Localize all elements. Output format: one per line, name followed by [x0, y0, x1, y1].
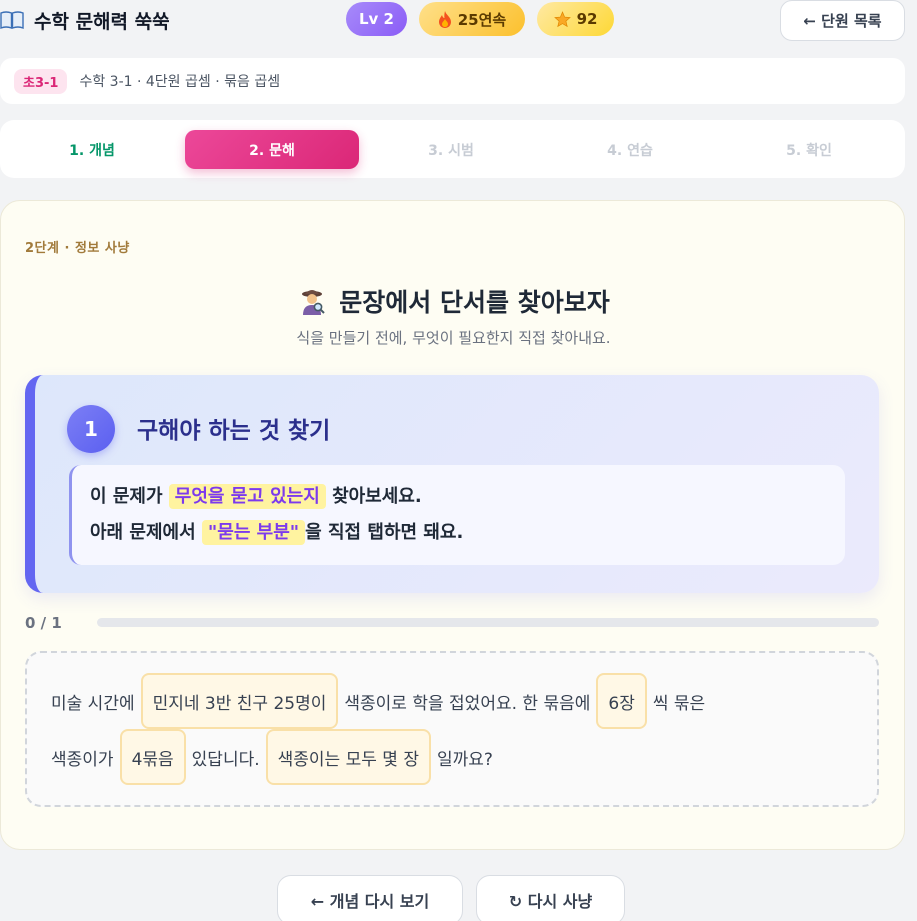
instruction-highlight-2: "묻는 부분": [201, 520, 306, 545]
problem-text-segment: 색종이가: [51, 749, 114, 770]
stars-text: 92: [576, 10, 598, 28]
clue-chip[interactable]: 색종이는 모두 몇 장: [265, 729, 431, 785]
streak-badge: 25연속: [419, 2, 525, 36]
task-number-badge: 1: [67, 405, 115, 453]
tab-step-4[interactable]: 4. 연습: [543, 130, 717, 169]
review-concept-label: ← 개념 다시 보기: [310, 892, 430, 911]
retry-hunt-button[interactable]: ↻ 다시 사냥: [476, 875, 625, 921]
instruction-line-1-post: 찾아보세요.: [325, 486, 422, 507]
review-concept-button[interactable]: ← 개념 다시 보기: [277, 875, 463, 921]
tab-step-3-label: 3. 시범: [428, 142, 474, 159]
problem-text-segment: 씩 묶은: [652, 693, 706, 714]
clue-chip[interactable]: 6장: [596, 673, 647, 729]
task-instruction: 이 문제가 무엇을 묻고 있는지 찾아보세요. 아래 문제에서 "묻는 부분" 을…: [69, 465, 845, 565]
tab-step-4-label: 4. 연습: [607, 142, 653, 159]
fire-icon: [438, 10, 451, 28]
instruction-line-1-pre: 이 문제가: [90, 486, 169, 507]
stage-label: 2단계 · 정보 사냥: [25, 241, 130, 256]
progress-bar: [97, 618, 879, 627]
problem-line-2: 색종이가 4묶음 있답니다. 색종이는 모두 몇 장 일까요?: [51, 728, 493, 786]
book-icon: [0, 11, 24, 30]
activity-card: 2단계 · 정보 사냥 문장에서 단서를 찾아보자 식을 만들기 전에, 무엇이…: [0, 200, 905, 850]
page-title: 문장에서 단서를 찾아보자: [1, 283, 906, 319]
detective-icon: [302, 290, 325, 315]
grade-badge: 초3-1: [14, 68, 68, 94]
page-title-text: 문장에서 단서를 찾아보자: [339, 288, 610, 317]
instruction-line-2: 아래 문제에서 "묻는 부분" 을 직접 탭하면 돼요.: [90, 515, 845, 551]
back-to-units-button[interactable]: ← 단원 목록: [780, 0, 905, 41]
header: 수학 문해력 쑥쑥 Lv 2 25연속 92 ← 단원 목록: [0, 0, 917, 44]
problem-text: 미술 시간에 민지네 3반 친구 25명이 색종이로 학을 접었어요. 한 묶음…: [25, 651, 879, 807]
tab-step-2-label: 2. 문해: [249, 142, 295, 159]
task-title: 구해야 하는 것 찾기: [137, 418, 331, 444]
problem-text-segment: 미술 시간에: [51, 693, 135, 714]
streak-text: 25연속: [457, 10, 507, 29]
tab-step-5-label: 5. 확인: [786, 142, 832, 159]
instruction-line-1: 이 문제가 무엇을 묻고 있는지 찾아보세요.: [90, 479, 845, 515]
instruction-line-2-pre: 아래 문제에서: [90, 522, 202, 543]
app-title: 수학 문해력 쑥쑥: [0, 6, 170, 34]
clue-chip[interactable]: 4묶음: [119, 729, 186, 785]
breadcrumb: 초3-1 수학 3-1 · 4단원 곱셈 · 묶음 곱셈: [0, 58, 905, 104]
problem-line-1: 미술 시간에 민지네 3반 친구 25명이 색종이로 학을 접었어요. 한 묶음…: [51, 672, 705, 730]
tab-step-1[interactable]: 1. 개념: [5, 130, 179, 169]
problem-text-segment: 색종이로 학을 접었어요. 한 묶음에: [344, 693, 591, 714]
retry-hunt-label: ↻ 다시 사냥: [508, 892, 593, 911]
breadcrumb-text: 수학 3-1 · 4단원 곱셈 · 묶음 곱셈: [79, 74, 281, 90]
star-icon: [553, 10, 571, 27]
clue-chip[interactable]: 민지네 3반 친구 25명이: [140, 673, 339, 729]
instruction-line-2-post: 을 직접 탭하면 돼요.: [305, 522, 464, 543]
problem-text-segment: 일까요?: [436, 749, 493, 770]
instruction-highlight-1: 무엇을 묻고 있는지: [168, 484, 326, 509]
app-title-text: 수학 문해력 쑥쑥: [34, 10, 170, 33]
task-instruction-box: 1 구해야 하는 것 찾기 이 문제가 무엇을 묻고 있는지 찾아보세요. 아래…: [25, 375, 879, 593]
tab-step-3[interactable]: 3. 시범: [364, 130, 538, 169]
tab-step-1-label: 1. 개념: [69, 142, 115, 159]
page-subtitle: 식을 만들기 전에, 무엇이 필요한지 직접 찾아내요.: [296, 329, 611, 347]
back-to-units-label: ← 단원 목록: [803, 12, 882, 30]
problem-text-segment: 있답니다.: [191, 749, 260, 770]
progress-count: 0 / 1: [25, 614, 62, 632]
tab-step-2[interactable]: 2. 문해: [185, 130, 359, 169]
level-text: Lv 2: [359, 10, 394, 28]
step-tabs: 1. 개념 2. 문해 3. 시범 4. 연습 5. 확인: [0, 120, 905, 178]
level-badge: Lv 2: [346, 2, 407, 36]
tab-step-5[interactable]: 5. 확인: [722, 130, 896, 169]
stars-badge: 92: [537, 2, 614, 36]
